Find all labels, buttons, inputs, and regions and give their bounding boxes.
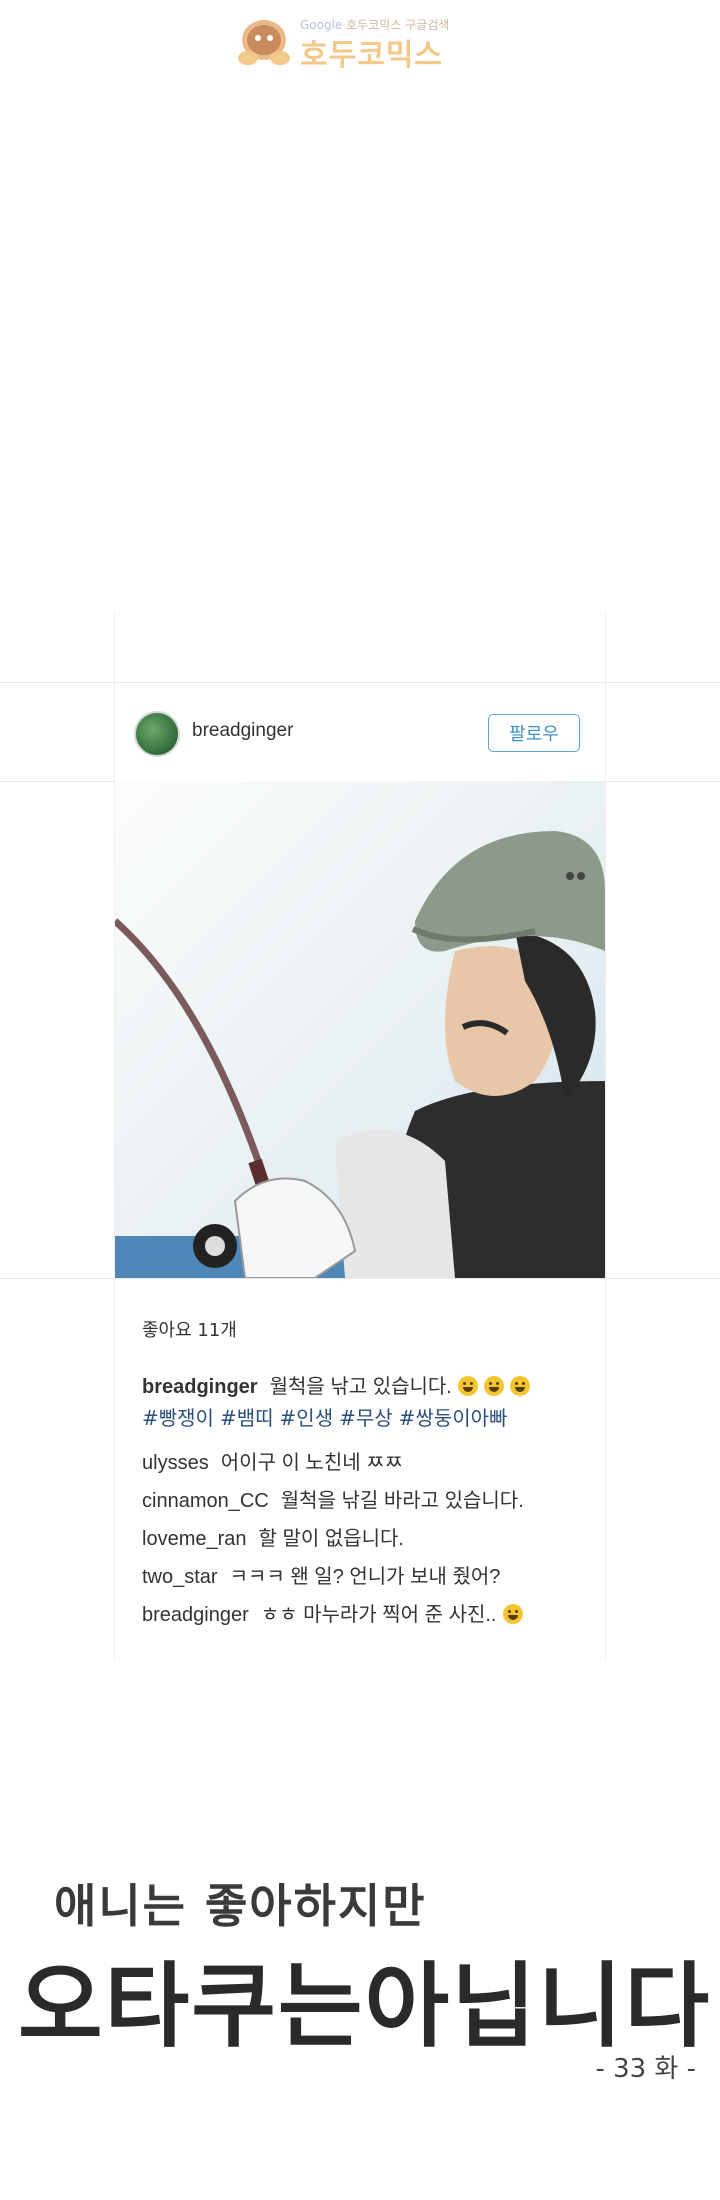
series-title: 애니는 좋아하지만 오타쿠는아닙니다 - 33 화 - <box>18 1870 712 2100</box>
post-header: breadginger 팔로우 <box>114 682 606 782</box>
likes-count[interactable]: 좋아요 11개 <box>142 1316 237 1342</box>
episode-number: - 33 화 - <box>595 2054 696 2084</box>
grinning-emoji-icon <box>509 1376 530 1396</box>
comment-username[interactable]: loveme_ran <box>142 1528 247 1550</box>
comment-username[interactable]: cinnamon_CC <box>142 1490 269 1512</box>
comment-text: 할 말이 없읍니다. <box>258 1528 404 1550</box>
avatar[interactable] <box>134 711 180 757</box>
hashtag[interactable]: #무상 <box>339 1406 393 1430</box>
comment-item: loveme_ran 할 말이 없읍니다. <box>142 1522 404 1551</box>
comment-item: two_star ㅋㅋㅋ 왠 일? 언니가 보내 줬어? <box>142 1560 500 1589</box>
post-username[interactable]: breadginger <box>192 720 293 742</box>
comment-text: 어이구 이 노친네 ㅉㅉ <box>220 1452 403 1474</box>
hashtag-list: #빵쟁이 #뱀띠 #인생 #무상 #쌍둥이아빠 <box>142 1402 513 1431</box>
title-line-1: 애니는 좋아하지만 <box>54 1879 427 1933</box>
divider <box>0 1278 720 1279</box>
comment-text: 월척을 낚길 바라고 있습니다. <box>280 1490 524 1512</box>
hashtag[interactable]: #빵쟁이 <box>142 1406 214 1430</box>
comment-item: breadginger ㅎㅎ 마누라가 찍어 준 사진.. <box>142 1598 523 1627</box>
comment-item: ulysses 어이구 이 노친네 ㅉㅉ <box>142 1446 403 1475</box>
comment-username[interactable]: ulysses <box>142 1452 209 1474</box>
caption-text: 월척을 낚고 있습니다. <box>269 1376 452 1398</box>
watermark-big-text: 호두코믹스 <box>300 38 443 73</box>
caption-username[interactable]: breadginger <box>142 1376 258 1398</box>
hashtag[interactable]: #뱀띠 <box>220 1406 274 1430</box>
grinning-emoji-icon <box>483 1376 504 1396</box>
hashtag[interactable]: #인생 <box>280 1406 334 1430</box>
title-line-2: 오타쿠는아닙니다 <box>18 1953 712 2060</box>
follow-button[interactable]: 팔로우 <box>488 714 580 752</box>
watermark-logo: Google 호두코믹스 구글검색 호두코믹스 <box>236 12 476 73</box>
grinning-emoji-icon <box>502 1604 523 1624</box>
fisherman-illustration <box>115 781 605 1278</box>
post-photo <box>115 781 605 1278</box>
comment-text: ㅎㅎ 마누라가 찍어 준 사진.. <box>260 1604 497 1626</box>
walnut-mascot-icon <box>238 20 290 65</box>
comment-item: cinnamon_CC 월척을 낚길 바라고 있습니다. <box>142 1484 524 1513</box>
comment-username[interactable]: two_star <box>142 1566 218 1588</box>
comment-username[interactable]: breadginger <box>142 1604 249 1626</box>
hashtag[interactable]: #쌍둥이아빠 <box>399 1406 508 1430</box>
grinning-emoji-icon <box>457 1376 478 1396</box>
comment-text: ㅋㅋㅋ 왠 일? 언니가 보내 줬어? <box>229 1566 501 1588</box>
post-caption: breadginger 월척을 낚고 있습니다. <box>142 1370 530 1399</box>
